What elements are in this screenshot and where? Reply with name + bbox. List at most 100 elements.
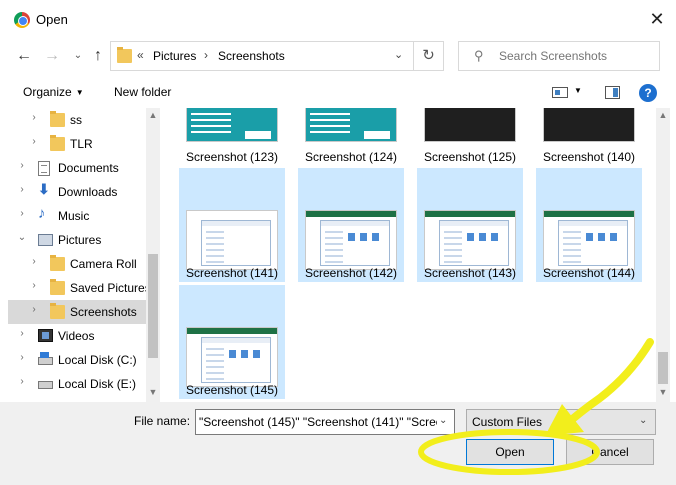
address-bar[interactable]: « Pictures › Screenshots ⌄ <box>110 41 414 71</box>
folder-icon <box>50 303 65 319</box>
sidebar-item-label: ss <box>70 113 82 127</box>
drive-icon <box>38 352 53 365</box>
sidebar-item-videos[interactable]: › Videos <box>8 324 146 348</box>
file-item[interactable]: Screenshot (123) <box>179 108 285 166</box>
scroll-up-icon[interactable]: ▲ <box>146 110 160 120</box>
file-item[interactable]: Screenshot (140) <box>536 108 642 166</box>
file-item[interactable]: Screenshot (142) <box>298 168 404 282</box>
cancel-button[interactable]: Cancel <box>566 439 654 465</box>
sidebar-item-label: Downloads <box>58 185 118 199</box>
chevron-right-icon[interactable]: › <box>16 328 28 339</box>
back-button[interactable]: ← <box>14 46 34 66</box>
sidebar-item-label: Saved Pictures <box>70 281 151 295</box>
recent-locations-button[interactable]: ⌄ <box>68 46 88 66</box>
file-item[interactable]: Screenshot (125) <box>417 108 523 166</box>
file-name-label: Screenshot (123) <box>185 150 279 164</box>
file-name-label: Screenshot (140) <box>542 150 636 164</box>
sidebar-item-tlr[interactable]: › TLR <box>8 132 146 156</box>
up-button[interactable]: ↑ <box>88 46 108 66</box>
music-icon: ♪ <box>38 205 46 222</box>
file-scroll-thumb[interactable] <box>658 352 668 384</box>
folder-icon <box>50 135 65 151</box>
scroll-down-icon[interactable]: ▼ <box>656 387 670 397</box>
breadcrumb-screenshots[interactable]: Screenshots <box>218 49 285 63</box>
change-view-icon[interactable] <box>552 87 568 98</box>
file-item[interactable]: Screenshot (145) <box>179 285 285 399</box>
new-folder-button[interactable]: New folder <box>114 85 171 99</box>
sidebar-item-ss[interactable]: › ss <box>8 108 146 132</box>
sidebar-item-screenshots[interactable]: › Screenshots <box>8 300 146 324</box>
forward-button[interactable]: → <box>42 46 62 66</box>
address-overflow-button[interactable]: « <box>137 48 144 62</box>
sidebar-item-local-disk-c[interactable]: › Local Disk (C:) <box>8 348 146 372</box>
sidebar-item-downloads[interactable]: › ⬇ Downloads <box>8 180 146 204</box>
file-thumbnail <box>543 108 635 142</box>
file-name-input[interactable]: "Screenshot (145)" "Screenshot (141)" "S… <box>199 415 437 429</box>
sidebar-item-local-disk-e[interactable]: › Local Disk (E:) <box>8 372 146 396</box>
file-thumbnail <box>186 210 278 270</box>
file-name-label: Screenshot (145) <box>185 383 279 397</box>
file-type-select[interactable]: Custom Files ⌄ <box>466 409 656 435</box>
chevron-right-icon[interactable]: › <box>28 280 40 291</box>
window-title: Open <box>36 12 68 27</box>
nav-scrollbar[interactable]: ▲ ▼ <box>146 108 160 402</box>
chevron-down-icon: ⌄ <box>639 415 648 426</box>
sidebar-item-saved-pictures[interactable]: › Saved Pictures <box>8 276 151 300</box>
refresh-button[interactable]: ↻ <box>414 41 444 71</box>
preview-pane-icon[interactable] <box>605 86 620 99</box>
file-scrollbar[interactable]: ▲ ▼ <box>656 108 670 402</box>
chevron-right-icon[interactable]: › <box>16 376 28 387</box>
pictures-icon <box>38 234 53 246</box>
folder-icon <box>50 255 65 271</box>
video-icon <box>38 329 53 342</box>
file-thumbnail <box>424 108 516 142</box>
chevron-right-icon[interactable]: › <box>28 256 40 267</box>
chevron-right-icon[interactable]: › <box>16 208 28 219</box>
caret-down-icon: ▼ <box>75 88 84 97</box>
sidebar-item-music[interactable]: › ♪ Music <box>8 204 146 228</box>
breadcrumb-pictures[interactable]: Pictures <box>153 49 196 63</box>
chevron-right-icon[interactable]: › <box>16 160 28 171</box>
chevron-right-icon[interactable]: › <box>28 112 40 123</box>
sidebar-item-label: Camera Roll <box>70 257 137 271</box>
search-box[interactable]: ⚲ <box>458 41 660 71</box>
file-name-combobox[interactable]: "Screenshot (145)" "Screenshot (141)" "S… <box>195 409 455 435</box>
file-item[interactable]: Screenshot (143) <box>417 168 523 282</box>
file-name-label: Screenshot (124) <box>304 150 398 164</box>
close-button[interactable]: ✕ <box>646 8 668 30</box>
chevron-right-icon[interactable]: › <box>16 352 28 363</box>
chevron-down-icon[interactable]: ⌄ <box>394 48 403 61</box>
chevron-down-icon[interactable]: ⌄ <box>16 232 28 243</box>
folder-icon <box>50 111 65 127</box>
file-item[interactable]: Screenshot (144) <box>536 168 642 282</box>
file-thumbnail <box>305 210 397 270</box>
breadcrumb-separator[interactable]: › <box>204 48 208 62</box>
view-options-caret-icon[interactable]: ▼ <box>574 86 582 95</box>
chevron-right-icon[interactable]: › <box>28 304 40 315</box>
nav-scroll-thumb[interactable] <box>148 254 158 358</box>
sidebar-item-label: Screenshots <box>70 305 137 319</box>
close-icon: ✕ <box>649 9 665 29</box>
file-item[interactable]: Screenshot (124) <box>298 108 404 166</box>
open-button[interactable]: Open <box>466 439 554 465</box>
chevron-down-icon[interactable]: ⌄ <box>439 415 447 426</box>
sidebar-item-documents[interactable]: › Documents <box>8 156 146 180</box>
help-button[interactable]: ? <box>639 84 657 102</box>
organize-label: Organize <box>23 85 72 99</box>
organize-button[interactable]: Organize ▼ <box>23 85 84 99</box>
title-bar: Open ✕ <box>0 0 676 38</box>
scroll-up-icon[interactable]: ▲ <box>656 110 670 120</box>
scroll-down-icon[interactable]: ▼ <box>146 387 160 397</box>
folder-icon <box>117 47 132 63</box>
file-thumbnail <box>305 108 397 142</box>
chevron-right-icon[interactable]: › <box>28 136 40 147</box>
file-item[interactable]: Screenshot (141) <box>179 168 285 282</box>
sidebar-item-camera-roll[interactable]: › Camera Roll <box>8 252 146 276</box>
search-input[interactable] <box>499 49 654 63</box>
documents-icon <box>38 161 50 176</box>
sidebar-item-pictures[interactable]: ⌄ Pictures <box>8 228 146 252</box>
chevron-right-icon[interactable]: › <box>16 184 28 195</box>
sidebar-item-label: Pictures <box>58 233 102 247</box>
file-name-label: Screenshot (142) <box>304 266 398 280</box>
file-type-value: Custom Files <box>472 415 543 429</box>
